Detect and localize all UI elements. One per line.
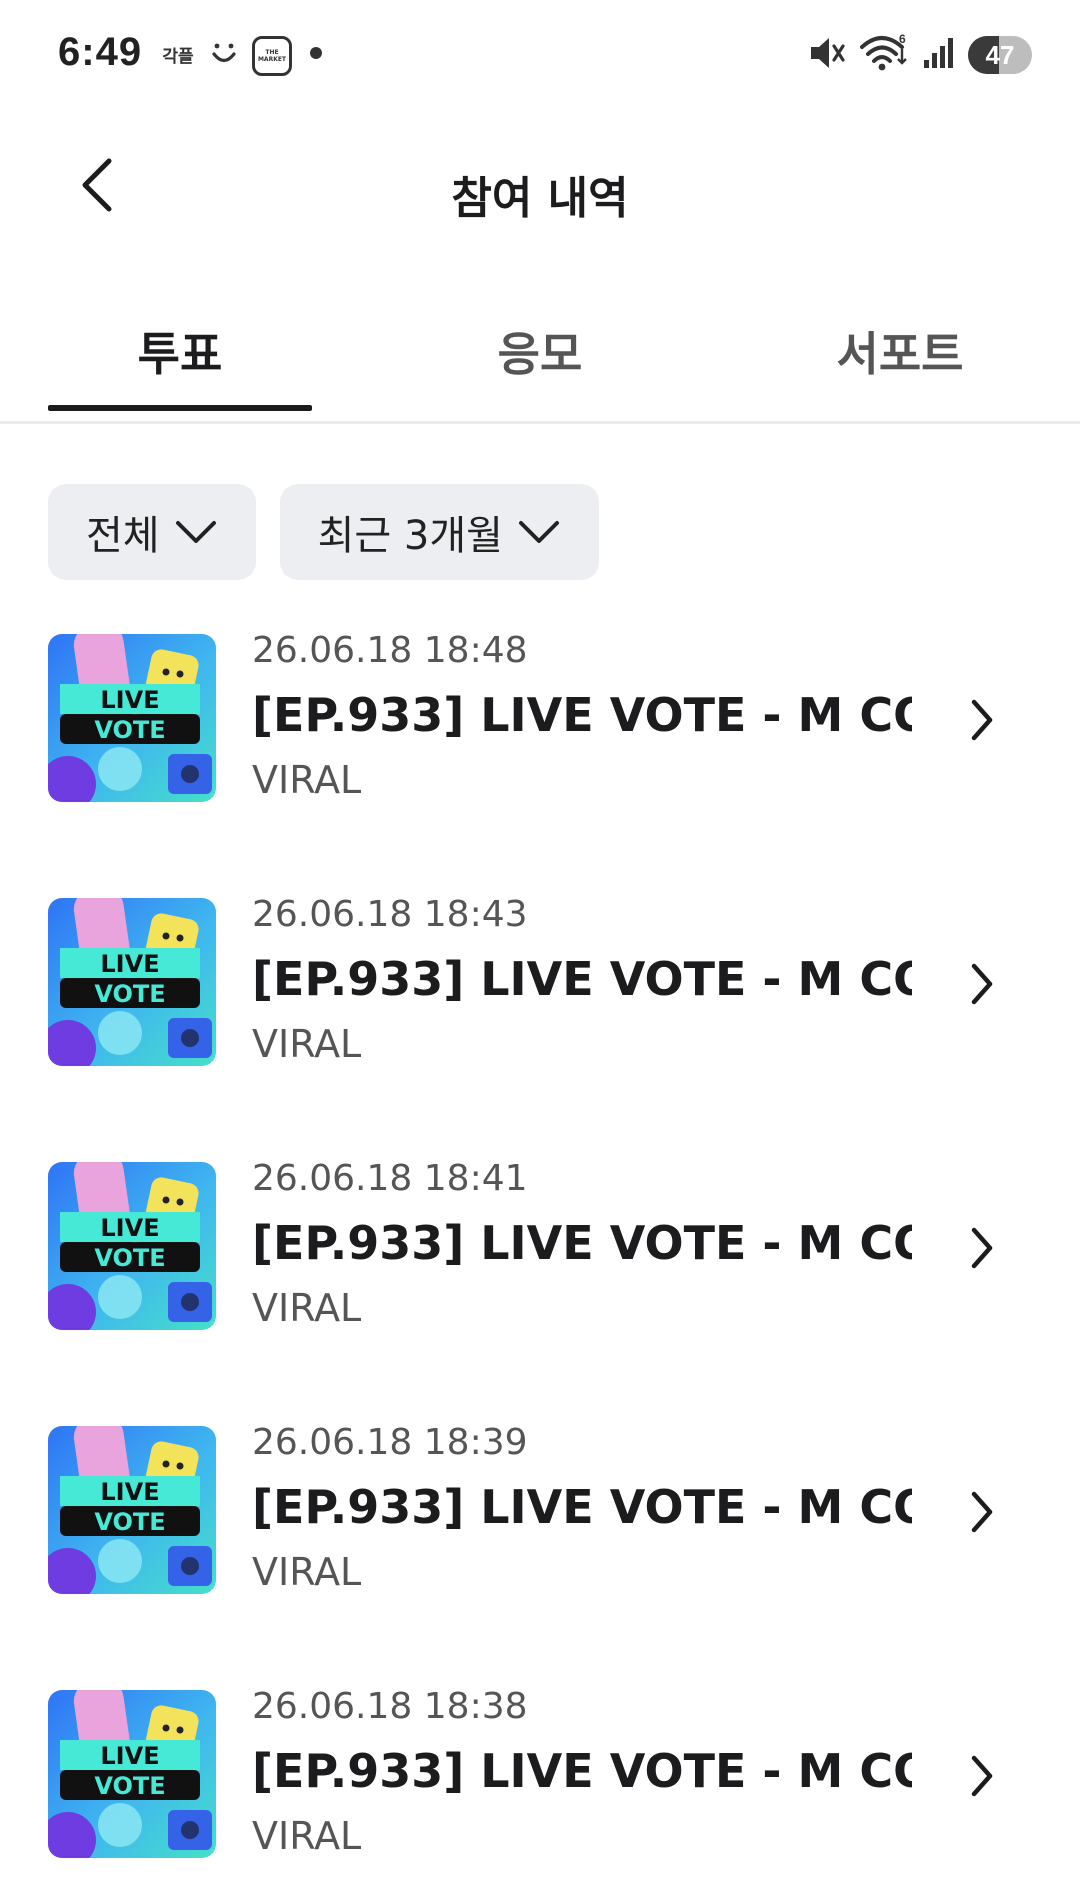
thumbnail-line1: LIVE — [100, 950, 159, 978]
live-vote-thumbnail: LIVE VOTE — [48, 1690, 216, 1858]
thumbnail-line1: LIVE — [100, 686, 159, 714]
tab-entry[interactable]: 응모 — [360, 318, 720, 408]
chevron-right-icon — [960, 1484, 1004, 1540]
mute-icon — [808, 35, 846, 75]
tab-support-label: 서포트 — [836, 327, 964, 381]
item-date: 26.06.18 18:41 — [252, 1158, 528, 1199]
filter-bar: 전체 최근 3개월 — [48, 484, 599, 580]
item-subtitle: VIRAL — [252, 1814, 362, 1858]
thumbnail-line2: VOTE — [94, 1772, 165, 1800]
item-title: [EP.933] LIVE VOTE - M CO... — [252, 952, 912, 1006]
page-title: 참여 내역 — [451, 173, 629, 224]
status-right-group: 6 47 — [808, 32, 1032, 78]
live-vote-thumbnail: LIVE VOTE — [48, 1426, 216, 1594]
item-date: 26.06.18 18:48 — [252, 630, 528, 671]
item-title: [EP.933] LIVE VOTE - M CO... — [252, 1744, 912, 1798]
tab-active-indicator — [48, 405, 312, 411]
thumbnail-line2: VOTE — [94, 1244, 165, 1272]
thumbnail-line2: VOTE — [94, 980, 165, 1008]
item-title: [EP.933] LIVE VOTE - M CO... — [252, 1480, 912, 1534]
chevron-down-icon — [175, 521, 216, 543]
app-header: 참여 내역 — [0, 120, 1080, 250]
market-app-icon-text: THE MARKET — [257, 49, 287, 63]
item-subtitle: VIRAL — [252, 1550, 362, 1594]
thumbnail-line1: LIVE — [100, 1214, 159, 1242]
status-bar: 6:49 각플 THE MARKET 6 47 — [0, 0, 1080, 110]
battery-level: 47 — [985, 39, 1015, 70]
period-filter-dropdown[interactable]: 최근 3개월 — [279, 484, 599, 580]
chevron-down-icon — [518, 521, 559, 543]
item-title: [EP.933] LIVE VOTE - M CO... — [252, 688, 912, 742]
list-item[interactable]: LIVE VOTE 26.06.18 18:48 [EP.933] LIVE V… — [0, 616, 1080, 880]
status-time: 6:49 — [58, 30, 143, 74]
battery-icon: 47 — [968, 36, 1032, 74]
thumbnail-line1: LIVE — [100, 1478, 159, 1506]
chevron-right-icon — [960, 692, 1004, 748]
tab-support[interactable]: 서포트 — [720, 318, 1080, 408]
thumbnail-line2: VOTE — [94, 1508, 165, 1536]
svg-text:6: 6 — [899, 33, 906, 46]
thumbnail-line1: LIVE — [100, 1742, 159, 1770]
period-filter-label: 최근 3개월 — [317, 513, 503, 559]
signal-icon — [922, 36, 956, 74]
item-date: 26.06.18 18:38 — [252, 1686, 528, 1727]
item-title: [EP.933] LIVE VOTE - M CO... — [252, 1216, 912, 1270]
live-vote-thumbnail: LIVE VOTE — [48, 634, 216, 802]
smile-icon — [206, 32, 242, 76]
live-vote-thumbnail: LIVE VOTE — [48, 1162, 216, 1330]
item-subtitle: VIRAL — [252, 1286, 362, 1330]
list-item[interactable]: LIVE VOTE 26.06.18 18:41 [EP.933] LIVE V… — [0, 1144, 1080, 1408]
thumbnail-line2: VOTE — [94, 716, 165, 744]
tab-entry-label: 응모 — [497, 327, 583, 381]
category-filter-label: 전체 — [86, 513, 160, 559]
item-subtitle: VIRAL — [252, 1022, 362, 1066]
notification-app-label: 각플 — [162, 46, 194, 67]
tab-vote-label: 투표 — [137, 327, 223, 381]
more-notifications-dot — [310, 47, 322, 59]
tab-bar: 투표 응모 서포트 — [0, 290, 1080, 424]
market-app-icon: THE MARKET — [252, 36, 292, 76]
wifi-icon: 6 — [858, 32, 910, 77]
tab-vote[interactable]: 투표 — [0, 318, 360, 411]
category-filter-dropdown[interactable]: 전체 — [48, 484, 256, 580]
item-date: 26.06.18 18:39 — [252, 1422, 528, 1463]
live-vote-thumbnail: LIVE VOTE — [48, 898, 216, 1066]
list-item[interactable]: LIVE VOTE 26.06.18 18:39 [EP.933] LIVE V… — [0, 1408, 1080, 1672]
chevron-right-icon — [960, 1220, 1004, 1276]
list-item[interactable]: LIVE VOTE 26.06.18 18:38 [EP.933] LIVE V… — [0, 1672, 1080, 1902]
item-subtitle: VIRAL — [252, 758, 362, 802]
chevron-right-icon — [960, 956, 1004, 1012]
list-item[interactable]: LIVE VOTE 26.06.18 18:43 [EP.933] LIVE V… — [0, 880, 1080, 1144]
chevron-right-icon — [960, 1748, 1004, 1804]
vote-history-list: LIVE VOTE 26.06.18 18:48 [EP.933] LIVE V… — [0, 616, 1080, 1902]
item-date: 26.06.18 18:43 — [252, 894, 528, 935]
participation-history-screen: 6:49 각플 THE MARKET 6 47 참여 내역 투표 응모 서포트 … — [0, 0, 1080, 1902]
